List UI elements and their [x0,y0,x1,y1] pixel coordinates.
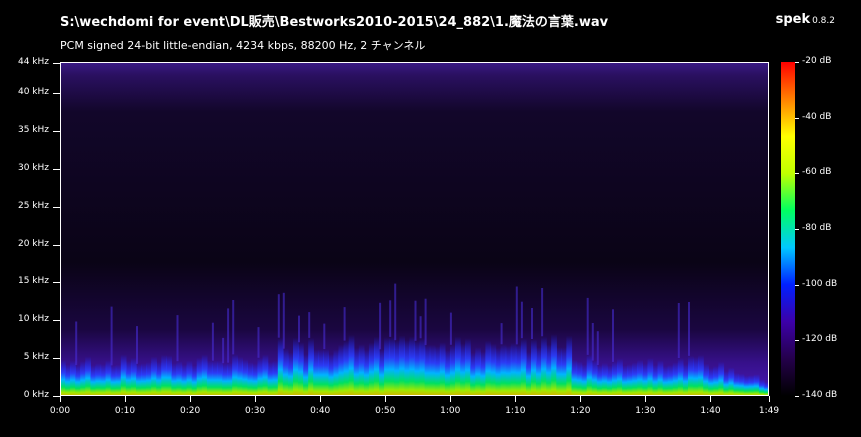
colorbar-tick [795,340,799,341]
x-tick [450,396,451,402]
colorbar-tick [795,396,799,397]
x-tick-label: 1:49 [758,406,780,416]
x-tick [125,396,126,402]
y-tick-label: 30 kHz [17,162,49,173]
x-tick-label: 0:40 [310,406,331,416]
x-tick-label: 1:40 [700,406,721,416]
x-tick [190,396,191,402]
x-tick-label: 0:10 [114,406,136,416]
colorbar-label: -120 dB [802,334,838,345]
y-tick [53,169,60,170]
x-tick-label: 0:00 [49,406,71,416]
y-tick-label: 35 kHz [17,124,49,135]
x-tick-label: 0:30 [245,406,266,416]
y-tick-label: 15 kHz [17,276,49,287]
db-colorbar [781,62,795,396]
y-tick [53,320,60,321]
colorbar-tick [795,229,799,230]
y-tick-label: 5 kHz [23,352,49,363]
y-tick [53,245,60,246]
colorbar-tick [795,285,799,286]
colorbar-label: -40 dB [802,111,832,122]
spectrogram-image [60,62,769,396]
app-name: spek [775,12,811,27]
x-tick [710,396,711,402]
y-tick [53,396,60,397]
y-tick-label: 44 kHz [17,56,49,67]
spectrogram-plot[interactable] [60,62,769,396]
y-tick-label: 20 kHz [17,238,49,249]
colorbar-label: -140 dB [802,390,838,400]
x-tick [515,396,516,402]
y-tick [53,131,60,132]
x-tick-label: 1:00 [440,406,461,416]
y-tick [53,358,60,359]
x-tick [580,396,581,402]
x-tick-label: 0:50 [375,406,396,416]
x-tick-label: 1:30 [635,406,656,416]
colorbar-tick [795,118,799,119]
x-tick-label: 1:10 [505,406,526,416]
colorbar-label: -80 dB [802,223,832,233]
x-tick-label: 1:20 [570,406,591,416]
y-tick-label: 0 kHz [23,390,49,400]
x-tick [320,396,321,402]
colorbar-tick [795,173,799,174]
colorbar-label: -100 dB [802,278,838,289]
y-tick [53,63,60,64]
y-tick [53,93,60,94]
y-tick-label: 40 kHz [17,87,49,98]
x-tick-label: 0:20 [179,406,201,416]
y-tick-label: 10 kHz [17,314,49,325]
x-tick [645,396,646,402]
colorbar-label: -20 dB [802,56,832,66]
x-tick [385,396,386,402]
x-tick [60,396,61,402]
app-brand: spek 0.8.2 [776,12,835,27]
x-tick [255,396,256,402]
colorbar-tick [795,62,799,63]
x-tick [769,396,770,402]
y-tick [53,207,60,208]
file-title: S:\wechdomi for event\DL販売\Bestworks2010… [60,15,609,30]
colorbar-label: -60 dB [802,167,832,178]
app-version: 0.8.2 [812,16,835,26]
format-info: PCM signed 24-bit little-endian, 4234 kb… [60,39,426,52]
y-tick [53,282,60,283]
y-tick-label: 25 kHz [17,200,49,211]
